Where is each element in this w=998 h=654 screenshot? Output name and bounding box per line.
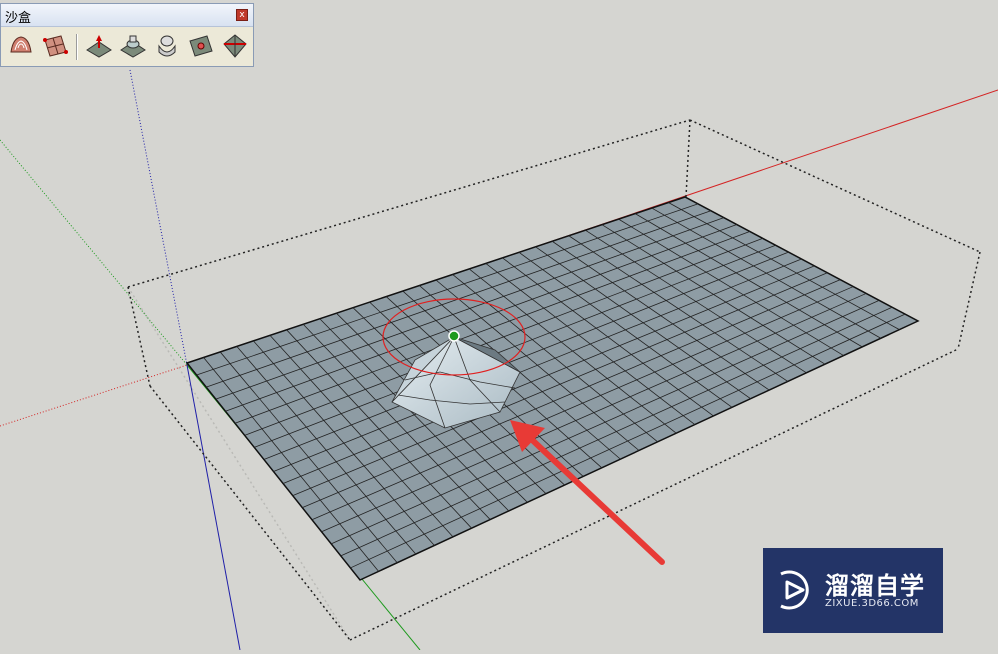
stamp-tool[interactable] [119, 32, 147, 60]
add-detail-tool[interactable] [187, 32, 215, 60]
blue-axis-dotted [129, 69, 188, 366]
sandbox-toolbar[interactable]: 沙盒 x [0, 3, 254, 67]
toolbar-separator [76, 34, 78, 60]
play-logo-icon [780, 570, 809, 610]
peak-vertex-point[interactable] [448, 330, 460, 342]
flip-edge-icon [223, 34, 247, 58]
contour-icon [10, 36, 32, 53]
green-axis-negative [0, 139, 188, 366]
drape-icon [158, 35, 176, 57]
add-detail-icon [189, 35, 213, 57]
smoove-tool[interactable] [85, 32, 113, 60]
red-axis-negative [0, 364, 188, 427]
stamp-icon [120, 35, 146, 58]
watermark-site-text: ZIXUE.3D66.COM [825, 598, 919, 609]
toolbar-titlebar[interactable]: 沙盒 x [1, 4, 253, 27]
from-contours-tool[interactable] [7, 32, 35, 60]
watermark-chinese-text: 溜溜自学 [825, 572, 925, 600]
sandbox-terrain-surface[interactable] [185, 196, 920, 581]
grid-icon [43, 35, 68, 57]
smoove-icon [86, 35, 112, 58]
toolbar-title: 沙盒 [5, 11, 32, 26]
zixue-watermark: 溜溜自学 ZIXUE.3D66.COM [763, 548, 943, 633]
from-scratch-tool[interactable] [41, 32, 69, 60]
flip-edge-tool[interactable] [221, 32, 249, 60]
toolbar-tools [5, 32, 251, 62]
drape-tool[interactable] [153, 32, 181, 60]
close-button[interactable]: x [236, 9, 248, 21]
